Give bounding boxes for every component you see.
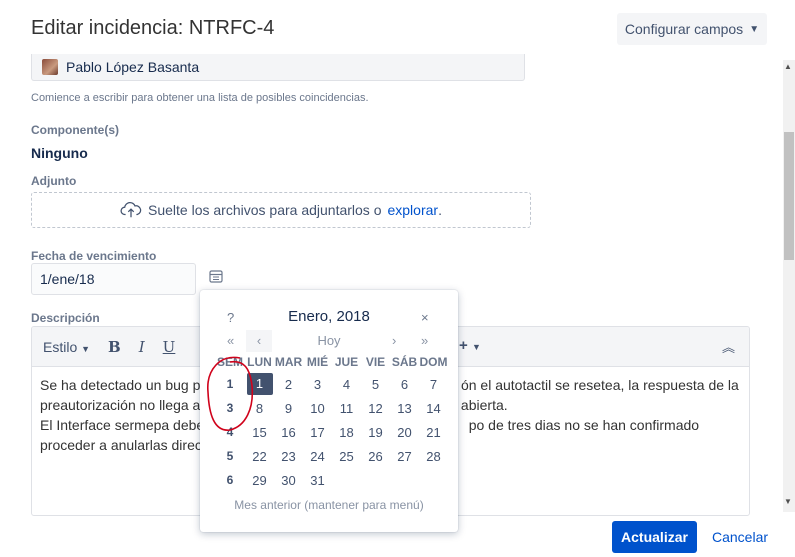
next-month-button[interactable]: › — [392, 333, 396, 348]
scrollbar[interactable] — [783, 60, 795, 512]
attachment-label: Adjunto — [31, 174, 77, 188]
datepicker-day[interactable]: 13 — [390, 401, 419, 416]
datepicker-day[interactable]: 14 — [419, 401, 448, 416]
datepicker-day[interactable]: 23 — [274, 449, 303, 464]
datepicker-day[interactable]: 25 — [332, 449, 361, 464]
datepicker-day[interactable]: 29 — [245, 473, 274, 488]
bold-button[interactable]: B — [108, 338, 121, 356]
scroll-up-arrow-icon[interactable]: ▲ — [784, 62, 792, 71]
datepicker-day[interactable]: 17 — [303, 425, 332, 440]
due-date-input[interactable]: 1/ene/18 — [31, 263, 196, 295]
datepicker-day[interactable]: 6 — [390, 377, 419, 392]
avatar — [42, 59, 58, 75]
today-button[interactable]: Hoy — [200, 333, 458, 348]
datepicker-day[interactable]: 28 — [419, 449, 448, 464]
attachment-dropzone[interactable]: Suelte los archivos para adjuntarlos o ex… — [31, 192, 531, 228]
datepicker-day[interactable]: 16 — [274, 425, 303, 440]
datepicker-week-row: 5 22 23 24 25 26 27 28 — [215, 444, 448, 468]
datepicker-day[interactable]: 18 — [332, 425, 361, 440]
assignee-hint: Comience a escribir para obtener una lis… — [31, 92, 369, 104]
datepicker-day[interactable]: 26 — [361, 449, 390, 464]
dropzone-text: Suelte los archivos para adjuntarlos o — [148, 202, 382, 218]
underline-button[interactable]: U — [163, 338, 176, 356]
datepicker-footer: Mes anterior (mantener para menú) — [234, 498, 424, 512]
datepicker-day[interactable]: 7 — [419, 377, 448, 392]
datepicker-day[interactable]: 3 — [303, 377, 332, 392]
dialog-title: Editar incidencia: NTRFC-4 — [31, 17, 275, 39]
collapse-toolbar-icon[interactable]: ︽ — [722, 337, 735, 356]
component-label: Componente(s) — [31, 123, 119, 137]
week-number: 6 — [226, 473, 234, 487]
description-label: Descripción — [31, 311, 100, 325]
red-circle-annotation — [207, 356, 254, 431]
assignee-field[interactable]: Pablo López Basanta — [31, 54, 525, 81]
italic-button[interactable]: I — [139, 338, 145, 356]
datepicker-day[interactable]: 9 — [274, 401, 303, 416]
weekday-header: MIÉ — [306, 355, 329, 369]
datepicker-day[interactable]: 20 — [390, 425, 419, 440]
calendar-icon[interactable] — [209, 269, 223, 283]
weekday-header: DOM — [419, 355, 448, 369]
datepicker-day[interactable]: 4 — [332, 377, 361, 392]
next-year-button[interactable]: » — [421, 333, 428, 348]
cancel-link[interactable]: Cancelar — [712, 529, 768, 545]
assignee-value: Pablo López Basanta — [66, 59, 200, 75]
configure-fields-label: Configurar campos — [624, 21, 744, 37]
chevron-down-icon: ▼ — [471, 342, 481, 352]
update-button[interactable]: Actualizar — [612, 521, 697, 553]
week-number: 5 — [226, 449, 234, 463]
weekday-header: VIE — [365, 355, 386, 369]
datepicker-day[interactable]: 27 — [390, 449, 419, 464]
datepicker-day[interactable]: 2 — [274, 377, 303, 392]
insert-more-button[interactable]: + ▼ — [459, 337, 481, 354]
close-icon[interactable]: × — [421, 310, 429, 325]
datepicker-day[interactable]: 11 — [332, 401, 361, 416]
datepicker-day[interactable]: 24 — [303, 449, 332, 464]
style-dropdown[interactable]: Estilo ▼ — [43, 339, 90, 355]
component-value[interactable]: Ninguno — [31, 145, 88, 161]
due-date-label: Fecha de vencimiento — [31, 249, 157, 263]
scroll-down-arrow-icon[interactable]: ▼ — [784, 497, 792, 506]
weekday-header: JUE — [334, 355, 359, 369]
cloud-upload-icon — [120, 202, 142, 218]
datepicker-week-row: 6 29 30 31 — [215, 468, 448, 492]
weekday-header: SÁB — [391, 355, 418, 369]
datepicker-day[interactable]: 10 — [303, 401, 332, 416]
datepicker-day[interactable]: 5 — [361, 377, 390, 392]
configure-fields-button[interactable]: Configurar campos ▼ — [617, 13, 767, 45]
chevron-down-icon: ▼ — [81, 343, 91, 354]
browse-link[interactable]: explorar — [387, 202, 438, 218]
datepicker-day[interactable]: 30 — [274, 473, 303, 488]
datepicker-day[interactable]: 12 — [361, 401, 390, 416]
datepicker-day[interactable]: 31 — [303, 473, 332, 488]
chevron-down-icon: ▼ — [749, 23, 760, 35]
dropzone-period: . — [438, 202, 442, 218]
datepicker-day[interactable]: 22 — [245, 449, 274, 464]
datepicker-day[interactable]: 21 — [419, 425, 448, 440]
weekday-header: MAR — [274, 355, 303, 369]
datepicker-day[interactable]: 19 — [361, 425, 390, 440]
datepicker-title: Enero, 2018 — [288, 308, 370, 325]
scrollbar-thumb[interactable] — [784, 132, 794, 260]
